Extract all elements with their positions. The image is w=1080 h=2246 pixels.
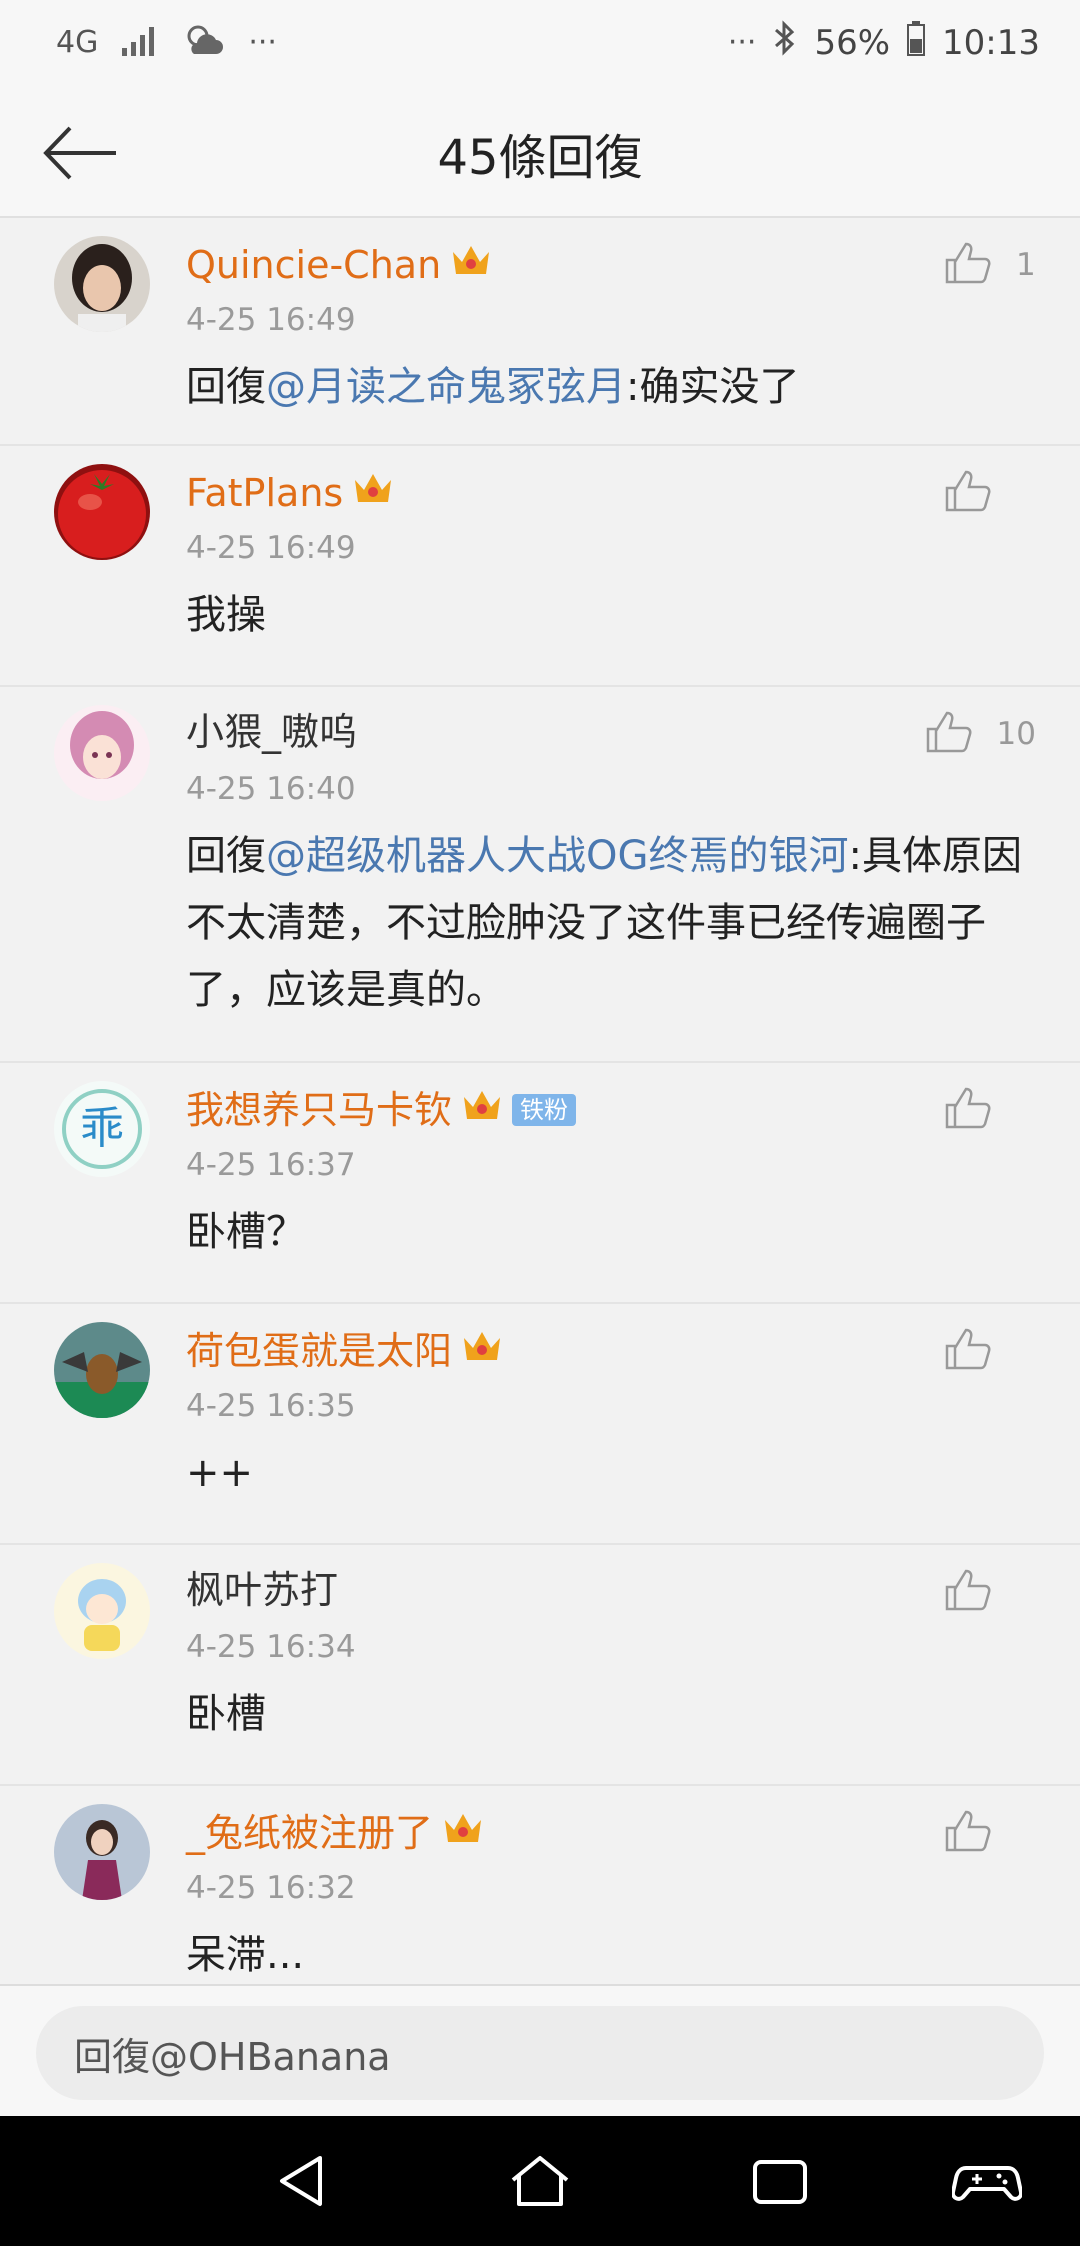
mention-link[interactable]: @超级机器人大战OG终焉的银河 (266, 833, 848, 879)
like-button[interactable] (944, 1085, 1036, 1135)
comment-text: ++ (186, 1440, 1030, 1507)
comment-body: 卧槽？ (186, 1209, 306, 1255)
username-row: 枫叶苏打 (186, 1567, 338, 1613)
more-notifications: ··· (248, 24, 277, 60)
like-button[interactable]: 1 (944, 240, 1036, 290)
avatar[interactable] (54, 236, 150, 332)
reply-prefix: 回復 (186, 833, 266, 879)
timestamp: 4-25 16:49 (186, 302, 356, 338)
nav-recents-button[interactable] (745, 2146, 815, 2216)
crown-icon (449, 240, 493, 290)
recents-icon (753, 2160, 807, 2204)
username[interactable]: _兔纸被注册了 (186, 1810, 433, 1856)
home-icon (511, 2156, 569, 2206)
like-button[interactable]: 10 (925, 709, 1036, 759)
comment-text: 我操 (186, 582, 1030, 649)
like-button[interactable] (944, 1808, 1036, 1858)
like-button[interactable] (944, 468, 1036, 518)
comment-item: 荷包蛋就是太阳 4-25 16:35 ++ (0, 1304, 1080, 1545)
username-row: 荷包蛋就是太阳 (186, 1326, 504, 1376)
comment-text: 回復@月读之命鬼冢弦月:确实没了 (186, 354, 1030, 421)
page-title: 45條回復 (437, 130, 643, 186)
like-button[interactable] (944, 1567, 1036, 1617)
comment-body: 呆滞... (186, 1932, 305, 1978)
timestamp: 4-25 16:40 (186, 771, 356, 807)
comment-body: 卧槽 (186, 1691, 266, 1737)
username-row: 小猥_嗷呜 (186, 709, 357, 755)
avatar[interactable]: 乖 (54, 1081, 150, 1177)
crown-icon (460, 1326, 504, 1376)
reply-input[interactable] (36, 2006, 1044, 2100)
username-row: Quincie-Chan (186, 240, 493, 290)
nav-home-button[interactable] (505, 2146, 575, 2216)
comment-item: 枫叶苏打 4-25 16:34 卧槽 (0, 1545, 1080, 1786)
timestamp: 4-25 16:34 (186, 1629, 356, 1665)
thumbs-up-icon (944, 1326, 992, 1376)
thumbs-up-icon (944, 468, 992, 518)
comment-list[interactable]: Quincie-Chan 4-25 16:49 回復@月读之命鬼冢弦月:确实没了… (0, 218, 1080, 1984)
comment-item: _兔纸被注册了 4-25 16:32 呆滞... (0, 1786, 1080, 1984)
system-nav-bar (0, 2116, 1080, 2246)
like-count: 1 (1016, 247, 1036, 283)
thumbs-up-icon (925, 709, 973, 759)
fan-badge: 铁粉 (512, 1094, 577, 1126)
reply-prefix: 回復 (186, 364, 266, 410)
like-button[interactable] (944, 1326, 1036, 1376)
mention-link[interactable]: @月读之命鬼冢弦月 (266, 364, 626, 410)
comment-item: FatPlans 4-25 16:49 我操 (0, 446, 1080, 687)
thumbs-up-icon (944, 240, 992, 290)
username[interactable]: 小猥_嗷呜 (186, 709, 357, 755)
signal-icon (120, 24, 160, 60)
bluetooth-icon (772, 20, 798, 65)
reply-bar (0, 1984, 1080, 2118)
comment-item: 乖 我想养只马卡钦 铁粉 4-25 16:37 卧槽？ (0, 1063, 1080, 1304)
username[interactable]: 我想养只马卡钦 (186, 1087, 452, 1133)
comment-body: ++ (186, 1450, 254, 1496)
avatar[interactable] (54, 705, 150, 801)
weather-icon (182, 20, 226, 64)
thumbs-up-icon (944, 1567, 992, 1617)
avatar[interactable] (54, 1563, 150, 1659)
username-row: 我想养只马卡钦 铁粉 (186, 1085, 577, 1135)
crown-icon (441, 1808, 485, 1858)
username[interactable]: FatPlans (186, 470, 343, 516)
username-row: FatPlans (186, 468, 395, 518)
avatar[interactable] (54, 1804, 150, 1900)
thumbs-up-icon (944, 1085, 992, 1135)
triangle-back-icon (280, 2156, 322, 2206)
comment-text: 呆滞... (186, 1922, 1030, 1984)
timestamp: 4-25 16:37 (186, 1147, 356, 1183)
nav-game-button[interactable] (950, 2146, 1024, 2216)
comment-body: :确实没了 (626, 364, 800, 410)
username[interactable]: 荷包蛋就是太阳 (186, 1328, 452, 1374)
svg-text:乖: 乖 (80, 1103, 124, 1154)
gamepad-icon (950, 2166, 1024, 2201)
thumbs-up-icon (944, 1808, 992, 1858)
comment-item: 小猥_嗷呜 4-25 16:40 回復@超级机器人大战OG终焉的银河:具体原因不… (0, 687, 1080, 1063)
nav-back-button[interactable] (268, 2146, 338, 2216)
battery-percent: 56% (814, 22, 891, 63)
comment-text: 卧槽？ (186, 1199, 1030, 1266)
username[interactable]: 枫叶苏打 (186, 1567, 338, 1613)
header: 45條回復 (0, 90, 1080, 218)
comment-text: 卧槽 (186, 1681, 1030, 1748)
comment-text: 回復@超级机器人大战OG终焉的银河:具体原因不太清楚，不过脸肿没了这件事已经传遍… (186, 823, 1030, 1024)
like-count: 10 (996, 716, 1036, 752)
crown-icon (351, 468, 395, 518)
crown-icon (460, 1085, 504, 1135)
timestamp: 4-25 16:49 (186, 530, 356, 566)
avatar[interactable] (54, 1322, 150, 1418)
comment-item: Quincie-Chan 4-25 16:49 回復@月读之命鬼冢弦月:确实没了… (0, 218, 1080, 446)
timestamp: 4-25 16:32 (186, 1870, 356, 1906)
comment-body: 我操 (186, 592, 266, 638)
clock: 10:13 (942, 22, 1040, 63)
more-indicators: ··· (727, 25, 757, 60)
timestamp: 4-25 16:35 (186, 1388, 356, 1424)
avatar[interactable] (54, 464, 150, 560)
status-bar: 4G ··· ··· 56% 10:13 (0, 0, 1080, 90)
network-type: 4G (56, 24, 99, 60)
battery-icon (906, 20, 926, 65)
username-row: _兔纸被注册了 (186, 1808, 485, 1858)
username[interactable]: Quincie-Chan (186, 242, 441, 288)
